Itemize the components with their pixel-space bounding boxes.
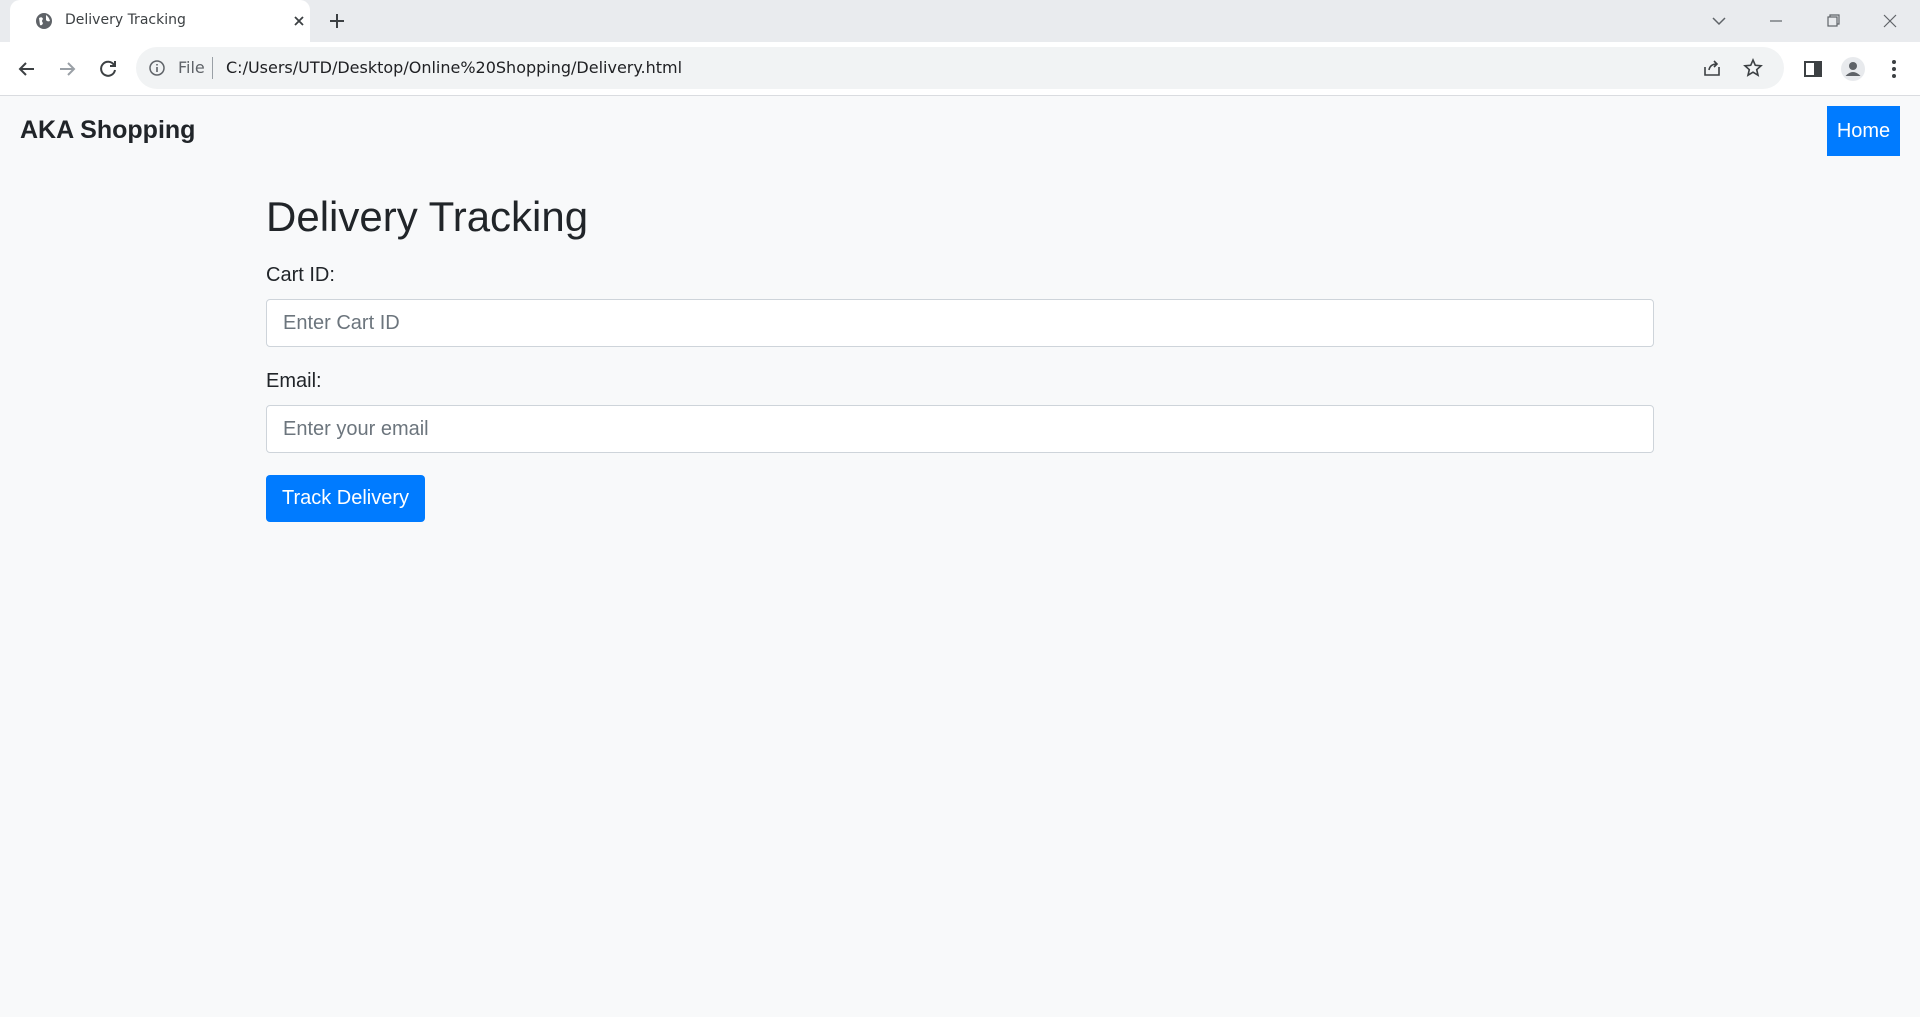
address-scheme: File — [178, 58, 205, 77]
info-icon[interactable] — [148, 59, 166, 77]
plus-icon[interactable] — [327, 11, 347, 31]
track-delivery-button[interactable]: Track Delivery — [266, 475, 425, 522]
restore-icon[interactable] — [1820, 8, 1846, 34]
back-icon[interactable] — [14, 56, 40, 82]
tracking-form: Delivery Tracking Cart ID: Email: Track … — [266, 193, 1654, 522]
profile-icon[interactable] — [1840, 56, 1866, 82]
cart-id-input[interactable] — [266, 299, 1654, 347]
side-panel-icon[interactable] — [1800, 56, 1826, 82]
email-label: Email: — [266, 370, 322, 392]
star-icon[interactable] — [1742, 57, 1764, 79]
browser-toolbar: File C:/Users/UTD/Desktop/Online%20Shopp… — [0, 42, 1920, 96]
globe-icon — [36, 13, 52, 29]
menu-icon[interactable] — [1881, 56, 1907, 82]
address-bar[interactable]: File C:/Users/UTD/Desktop/Online%20Shopp… — [136, 47, 1784, 89]
tab-title: Delivery Tracking — [65, 12, 186, 28]
page-title: Delivery Tracking — [266, 193, 589, 240]
browser-tab[interactable]: Delivery Tracking — [10, 0, 310, 42]
address-url[interactable]: C:/Users/UTD/Desktop/Online%20Shopping/D… — [226, 58, 682, 77]
address-divider — [212, 57, 213, 79]
reload-icon[interactable] — [95, 56, 121, 82]
page-content: AKA Shopping Home Delivery Tracking Cart… — [0, 97, 1920, 1017]
email-input[interactable] — [266, 405, 1654, 453]
cart-id-label: Cart ID: — [266, 264, 335, 286]
minimize-icon[interactable] — [1763, 8, 1789, 34]
home-button[interactable]: Home — [1827, 106, 1900, 156]
chevron-down-icon[interactable] — [1706, 8, 1732, 34]
forward-icon[interactable] — [54, 56, 80, 82]
close-icon[interactable] — [290, 12, 308, 30]
brand-logo[interactable]: AKA Shopping — [20, 116, 195, 145]
browser-tabstrip: Delivery Tracking — [0, 0, 1920, 42]
window-close-icon[interactable] — [1877, 8, 1903, 34]
share-icon[interactable] — [1701, 57, 1723, 79]
